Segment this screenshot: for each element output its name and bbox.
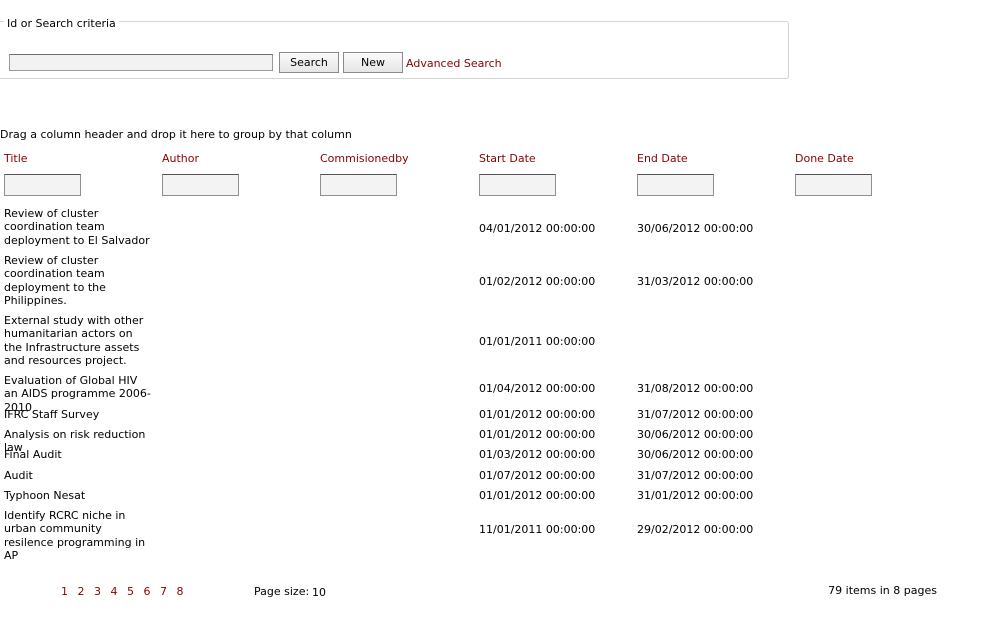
column-header-end-date[interactable]: End Date <box>637 152 688 165</box>
cell-title: IFRC Staff Survey <box>4 408 100 421</box>
page-link-3[interactable]: 3 <box>94 585 101 598</box>
page-link-4[interactable]: 4 <box>111 585 118 598</box>
page-link-2[interactable]: 2 <box>78 585 85 598</box>
cell-title: Review of cluster coordination team depl… <box>4 254 106 308</box>
cell-start-date: 01/07/2012 00:00:00 <box>479 469 596 482</box>
pager: 1 2 3 4 5 6 7 8 <box>61 585 190 598</box>
page-link-5[interactable]: 5 <box>127 585 134 598</box>
filter-commisionedby-input[interactable] <box>320 174 397 196</box>
cell-start-date: 11/01/2011 00:00:00 <box>479 523 596 536</box>
cell-title: Review of cluster coordination team depl… <box>4 207 150 247</box>
search-button[interactable]: Search <box>279 52 339 73</box>
cell-start-date: 01/01/2012 00:00:00 <box>479 428 596 441</box>
cell-title: Final Audit <box>4 448 62 461</box>
cell-end-date: 30/06/2012 00:00:00 <box>637 428 754 441</box>
column-header-done-date[interactable]: Done Date <box>795 152 854 165</box>
pages-count: 8 <box>893 584 901 597</box>
cell-end-date: 31/07/2012 00:00:00 <box>637 408 754 421</box>
cell-start-date: 01/03/2012 00:00:00 <box>479 448 596 461</box>
cell-title: External study with other humanitarian a… <box>4 314 144 368</box>
cell-start-date: 01/02/2012 00:00:00 <box>479 275 596 288</box>
page-link-1[interactable]: 1 <box>61 585 68 598</box>
cell-end-date: 29/02/2012 00:00:00 <box>637 523 754 536</box>
cell-start-date: 01/01/2012 00:00:00 <box>479 489 596 502</box>
cell-end-date: 31/01/2012 00:00:00 <box>637 489 754 502</box>
items-count: 79 <box>828 584 843 597</box>
column-header-commisionedby[interactable]: Commisionedby <box>320 152 409 165</box>
advanced-search-link[interactable]: Advanced Search <box>406 57 502 70</box>
items-in-label: items in <box>845 584 890 597</box>
filter-author-input[interactable] <box>162 174 239 196</box>
filter-title-input[interactable] <box>4 174 81 196</box>
page-size-value[interactable]: 10 <box>312 586 326 599</box>
cell-start-date: 04/01/2012 00:00:00 <box>479 222 596 235</box>
cell-end-date: 31/07/2012 00:00:00 <box>637 469 754 482</box>
column-header-start-date[interactable]: Start Date <box>479 152 536 165</box>
cell-title: Audit <box>4 469 33 482</box>
page-link-7[interactable]: 7 <box>160 585 167 598</box>
cell-end-date: 31/03/2012 00:00:00 <box>637 275 754 288</box>
filter-start-date-input[interactable] <box>479 174 556 196</box>
cell-title: Identify RCRC niche in urban community r… <box>4 509 146 563</box>
filter-done-date-input[interactable] <box>795 174 872 196</box>
search-criteria-legend: Id or Search criteria <box>4 17 119 30</box>
page-link-6[interactable]: 6 <box>144 585 151 598</box>
items-summary: 79 items in 8 pages <box>828 584 937 597</box>
pages-label: pages <box>903 584 937 597</box>
cell-title: Typhoon Nesat <box>4 489 86 502</box>
new-button[interactable]: New <box>343 52 403 73</box>
cell-start-date: 01/01/2011 00:00:00 <box>479 335 596 348</box>
page-link-8[interactable]: 8 <box>177 585 184 598</box>
page-size-label: Page size: <box>254 585 310 598</box>
cell-start-date: 01/04/2012 00:00:00 <box>479 382 596 395</box>
column-header-title[interactable]: Title <box>4 152 28 165</box>
cell-end-date: 31/08/2012 00:00:00 <box>637 382 754 395</box>
column-header-author[interactable]: Author <box>162 152 199 165</box>
cell-start-date: 01/01/2012 00:00:00 <box>479 408 596 421</box>
search-input[interactable] <box>9 54 273 71</box>
filter-end-date-input[interactable] <box>637 174 714 196</box>
cell-end-date: 30/06/2012 00:00:00 <box>637 222 754 235</box>
group-by-hint: Drag a column header and drop it here to… <box>0 128 352 141</box>
cell-end-date: 30/06/2012 00:00:00 <box>637 448 754 461</box>
